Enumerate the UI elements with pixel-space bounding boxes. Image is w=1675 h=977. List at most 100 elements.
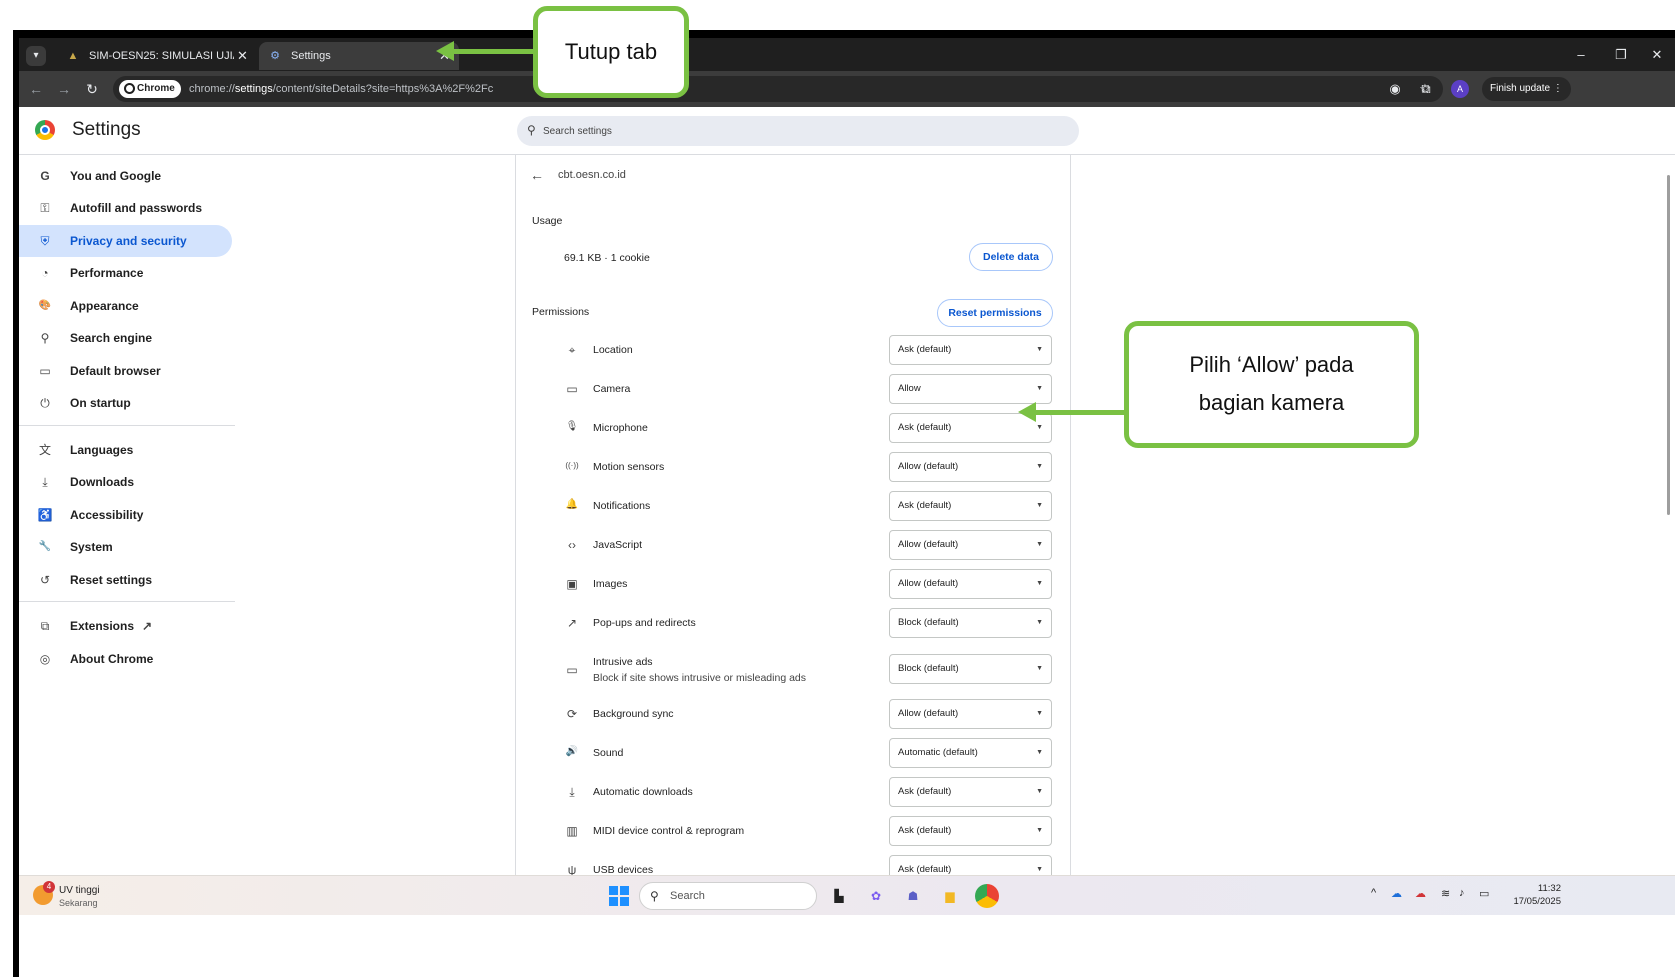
wifi-icon[interactable]: ≋ [1441, 887, 1450, 900]
windows-start-icon[interactable] [609, 886, 629, 906]
sidebar-item-label: Extensions ↗ [70, 610, 152, 642]
taskbar-clock[interactable]: 11:32 17/05/2025 [1509, 882, 1561, 908]
chrome-icon: ◎ [39, 652, 51, 666]
page-scrollbar[interactable] [1667, 165, 1671, 875]
dropdown-arrow-icon: ▼ [1036, 749, 1043, 756]
intrusive-ads-select[interactable]: Block (default) ▼ [889, 654, 1052, 684]
show-hidden-icons-icon[interactable]: ^ [1371, 887, 1376, 899]
settings-search[interactable]: ⚲ [517, 116, 1079, 146]
sidebar-item-languages[interactable]: 文 Languages [19, 434, 232, 466]
finish-update-button[interactable]: Finish update ⋮ [1482, 77, 1571, 101]
select-value: Automatic (default) [898, 747, 978, 758]
copilot-icon[interactable]: ✿ [864, 884, 888, 908]
lens-icon[interactable]: ◉ [1385, 79, 1405, 99]
piano-icon: ▥ [566, 824, 578, 838]
images-select[interactable]: Allow (default) ▼ [889, 569, 1052, 599]
background-sync-select[interactable]: Allow (default) ▼ [889, 699, 1052, 729]
restore-button[interactable]: ❐ [1603, 38, 1639, 71]
sidebar-item-privacy[interactable]: ⛨ Privacy and security [19, 225, 232, 257]
key-icon: ⚿ [40, 201, 50, 215]
sidebar-item-reset-settings[interactable]: ↺ Reset settings [19, 564, 232, 596]
address-bar[interactable]: Chrome chrome://settings/content/siteDet… [113, 76, 1443, 102]
scrollbar-thumb[interactable] [1667, 175, 1670, 515]
tab-settings[interactable]: ⚙ Settings ✕ [259, 42, 459, 70]
chrome-chip[interactable]: Chrome [119, 80, 181, 98]
sidebar-item-you-and-google[interactable]: G You and Google [19, 160, 232, 192]
search-icon: ⚲ [40, 331, 50, 345]
callout-text: Tutup tab [564, 39, 658, 64]
reset-permissions-button[interactable]: Reset permissions [937, 299, 1053, 327]
sidebar-item-system[interactable]: 🔧 System [19, 531, 232, 563]
battery-icon[interactable]: ▭ [1479, 887, 1489, 900]
sidebar-item-label: Autofill and passwords [70, 201, 203, 215]
sidebar-item-downloads[interactable]: ⤓ Downloads [19, 466, 232, 498]
allow-camera-arrow [1018, 402, 1128, 422]
onedrive-icon[interactable]: ☁ [1391, 887, 1402, 900]
select-value: Allow (default) [898, 539, 959, 550]
page-title: Settings [72, 119, 141, 140]
sidebar-item-label: On startup [70, 396, 131, 410]
taskbar-search-label: Search [670, 890, 705, 902]
camera-select[interactable]: Allow ▼ [889, 374, 1052, 404]
motion-sensors-select[interactable]: Allow (default) ▼ [889, 452, 1052, 482]
sidebar-item-extensions[interactable]: ⧉ Extensions ↗ [19, 610, 232, 642]
dropdown-arrow-icon: ▼ [1036, 827, 1043, 834]
delete-data-button[interactable]: Delete data [969, 243, 1053, 271]
callout-text-line2: bagian kamera [1198, 390, 1345, 415]
minimize-button[interactable]: – [1563, 38, 1599, 71]
tab-close-icon[interactable]: ✕ [237, 42, 248, 70]
sidebar-item-about-chrome[interactable]: ◎ About Chrome [19, 643, 232, 675]
permission-label: Location [593, 344, 633, 356]
sidebar-item-accessibility[interactable]: ♿ Accessibility [19, 499, 232, 531]
file-explorer-icon[interactable]: ▆ [938, 884, 962, 908]
power-icon: ⏻ [40, 396, 50, 410]
browser-window-icon: ▭ [39, 364, 51, 378]
permission-label: Images [593, 578, 628, 590]
onedrive-error-icon[interactable]: ☁ [1415, 887, 1426, 900]
automatic-downloads-select[interactable]: Ask (default) ▼ [889, 777, 1052, 807]
dropdown-arrow-icon: ▼ [1036, 346, 1043, 353]
tab-simulasi-ujian[interactable]: ▲ SIM-OESN25: SIMULASI UJIAN ✕ [57, 42, 257, 70]
task-view-icon[interactable]: ▙ [827, 884, 851, 908]
sidebar-item-on-startup[interactable]: ⏻ On startup [19, 387, 232, 419]
usage-value: 69.1 KB · 1 cookie [564, 252, 650, 264]
popups-select[interactable]: Block (default) ▼ [889, 608, 1052, 638]
reload-button[interactable]: ↻ [82, 79, 102, 99]
extensions-icon[interactable]: ⧉ [1416, 79, 1436, 99]
profile-avatar[interactable]: A [1451, 80, 1469, 98]
dropdown-arrow-icon: ▼ [1036, 580, 1043, 587]
image-icon: ▣ [566, 577, 578, 591]
back-arrow-icon[interactable]: ← [530, 167, 544, 183]
teams-icon[interactable]: ☗ [901, 884, 925, 908]
search-input[interactable] [543, 116, 1063, 146]
select-value: Allow (default) [898, 461, 959, 472]
back-button[interactable]: ← [26, 79, 46, 99]
sidebar-item-label: Accessibility [70, 508, 144, 522]
close-window-button[interactable]: ✕ [1639, 38, 1675, 71]
sound-select[interactable]: Automatic (default) ▼ [889, 738, 1052, 768]
shield-icon: ⛨ [40, 234, 50, 248]
download-icon: ⤓ [569, 785, 575, 799]
sidebar-item-performance[interactable]: ◔ Performance [19, 257, 232, 289]
sidebar-item-autofill[interactable]: ⚿ Autofill and passwords [19, 192, 232, 224]
forward-button[interactable]: → [54, 79, 74, 99]
url-prefix: chrome:// [189, 83, 235, 95]
javascript-select[interactable]: Allow (default) ▼ [889, 530, 1052, 560]
reset-icon: ↺ [39, 573, 51, 587]
notifications-select[interactable]: Ask (default) ▼ [889, 491, 1052, 521]
volume-icon[interactable]: ♪ [1459, 887, 1465, 899]
taskbar-search[interactable]: ⚲ Search [639, 882, 817, 910]
weather-subtitle: Sekarang [59, 898, 98, 908]
sidebar-divider [19, 425, 235, 426]
translate-icon: 文 [38, 443, 51, 457]
dropdown-arrow-icon: ▼ [1036, 665, 1043, 672]
screen: ▾ ▲ SIM-OESN25: SIMULASI UJIAN ✕ ⚙ Setti… [19, 38, 1675, 977]
midi-select[interactable]: Ask (default) ▼ [889, 816, 1052, 846]
chrome-taskbar-icon[interactable] [975, 884, 999, 908]
sidebar-item-default-browser[interactable]: ▭ Default browser [19, 355, 232, 387]
permissions-heading: Permissions [532, 306, 590, 318]
tab-search-button[interactable]: ▾ [26, 46, 46, 66]
sidebar-item-search-engine[interactable]: ⚲ Search engine [19, 322, 232, 354]
location-select[interactable]: Ask (default) ▼ [889, 335, 1052, 365]
sidebar-item-appearance[interactable]: 🎨 Appearance [19, 290, 232, 322]
